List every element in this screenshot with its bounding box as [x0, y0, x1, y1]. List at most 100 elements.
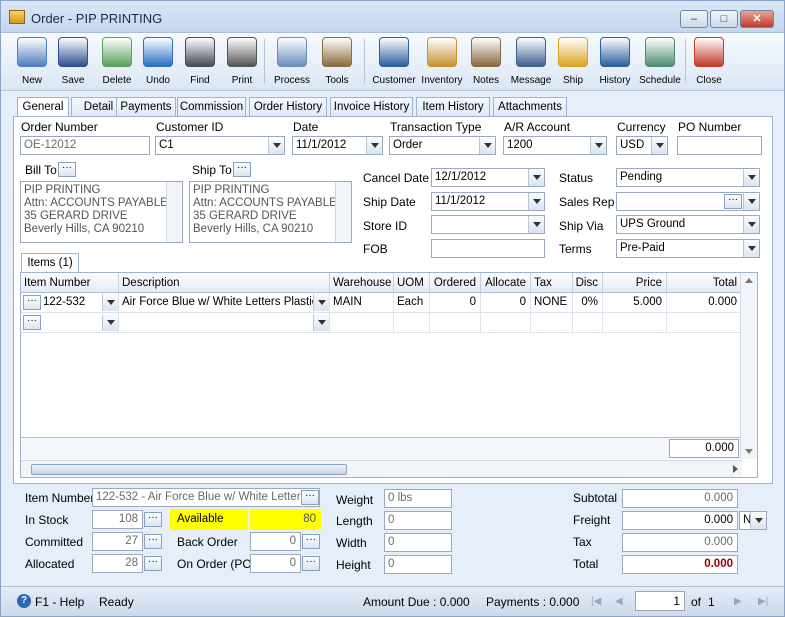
chevron-down-icon[interactable]: [268, 137, 284, 154]
price-cell[interactable]: [603, 313, 667, 333]
ordered-cell[interactable]: 0: [430, 293, 481, 313]
grid-vertical-scrollbar[interactable]: [740, 273, 757, 459]
grid-horizontal-scrollbar[interactable]: [21, 460, 742, 477]
po-number-field[interactable]: [677, 136, 762, 155]
prev-page-icon[interactable]: ◀: [615, 597, 625, 607]
tab-item-history[interactable]: Item History: [416, 97, 490, 117]
in-stock-ellipsis-button[interactable]: ···: [144, 512, 162, 527]
tab-general[interactable]: General: [17, 97, 69, 118]
chevron-down-icon[interactable]: [743, 193, 759, 210]
uom-cell[interactable]: Each: [394, 293, 430, 313]
table-row[interactable]: ··· 122-532: [21, 293, 119, 313]
column-header-description[interactable]: Description: [119, 273, 330, 293]
toolbar-schedule-button[interactable]: Schedule: [637, 35, 683, 89]
tab-items[interactable]: Items (1): [21, 253, 79, 272]
bill-to-ellipsis-button[interactable]: ···: [58, 162, 76, 177]
tab-payments[interactable]: Payments: [116, 97, 176, 117]
chevron-down-icon[interactable]: [743, 240, 759, 257]
toolbar-inventory-button[interactable]: Inventory: [419, 35, 465, 89]
toolbar-undo-button[interactable]: Undo: [140, 35, 176, 89]
ordered-cell[interactable]: [430, 313, 481, 333]
table-row[interactable]: ···: [21, 313, 119, 333]
customer-id-select[interactable]: C1: [155, 136, 285, 155]
toolbar-message-button[interactable]: Message: [508, 35, 554, 89]
total-cell[interactable]: 0.000: [667, 293, 742, 313]
close-window-button[interactable]: ✕: [740, 10, 774, 28]
sales-rep-select[interactable]: ···: [616, 192, 760, 211]
allocate-cell[interactable]: [481, 313, 531, 333]
chevron-down-icon[interactable]: [528, 216, 544, 233]
item-lookup-button[interactable]: ···: [23, 315, 41, 330]
column-header-item-number[interactable]: Item Number: [21, 273, 119, 293]
ship-date-picker[interactable]: 11/1/2012: [431, 192, 545, 211]
maximize-button[interactable]: □: [710, 10, 738, 28]
minimize-button[interactable]: –: [680, 10, 708, 28]
ship-to-ellipsis-button[interactable]: ···: [233, 162, 251, 177]
toolbar-find-button[interactable]: Find: [182, 35, 218, 89]
help-text[interactable]: F1 - Help: [35, 595, 84, 609]
help-icon[interactable]: ?: [17, 594, 31, 608]
column-header-tax[interactable]: Tax: [531, 273, 573, 293]
chevron-down-icon[interactable]: [750, 512, 766, 529]
chevron-down-icon[interactable]: [743, 216, 759, 233]
toolbar-customer-button[interactable]: Customer: [371, 35, 417, 89]
column-header-warehouse[interactable]: Warehouse: [330, 273, 394, 293]
chevron-down-icon[interactable]: [313, 314, 329, 331]
toolbar-ship-button[interactable]: Ship: [558, 35, 588, 89]
tax-cell[interactable]: NONE: [531, 293, 573, 313]
chevron-down-icon[interactable]: [651, 137, 667, 154]
back-order-ellipsis-button[interactable]: ···: [302, 534, 320, 549]
chevron-down-icon[interactable]: [528, 193, 544, 210]
next-page-icon[interactable]: ▶: [734, 597, 744, 607]
ship-to-address[interactable]: PIP PRINTING Attn: ACCOUNTS PAYABLES 35 …: [189, 181, 352, 243]
chevron-down-icon[interactable]: [102, 314, 118, 331]
total-cell[interactable]: [667, 313, 742, 333]
chevron-down-icon[interactable]: [479, 137, 495, 154]
tab-order-history[interactable]: Order History: [249, 97, 327, 117]
uom-cell[interactable]: [394, 313, 430, 333]
last-page-icon[interactable]: ▶|: [758, 597, 772, 607]
tab-invoice-history[interactable]: Invoice History: [330, 97, 413, 117]
column-header-total[interactable]: Total: [667, 273, 742, 293]
page-number-input[interactable]: 1: [635, 591, 685, 611]
warehouse-cell[interactable]: MAIN: [330, 293, 394, 313]
ar-account-select[interactable]: 1200: [503, 136, 607, 155]
chevron-down-icon[interactable]: [102, 294, 118, 311]
toolbar-history-button[interactable]: History: [595, 35, 635, 89]
toolbar-delete-button[interactable]: Delete: [98, 35, 136, 89]
terms-select[interactable]: Pre-Paid: [616, 239, 760, 258]
scroll-right-icon[interactable]: [733, 465, 738, 473]
allocated-ellipsis-button[interactable]: ···: [144, 556, 162, 571]
cancel-date-picker[interactable]: 12/1/2012: [431, 168, 545, 187]
item-lookup-button[interactable]: ···: [23, 295, 41, 310]
date-picker[interactable]: 11/1/2012: [292, 136, 383, 155]
scrollbar-thumb[interactable]: [31, 464, 347, 475]
disc-cell[interactable]: 0%: [573, 293, 603, 313]
order-number-field[interactable]: OE-12012: [20, 136, 150, 155]
on-order-ellipsis-button[interactable]: ···: [302, 556, 320, 571]
bill-to-address[interactable]: PIP PRINTING Attn: ACCOUNTS PAYABLES 35 …: [20, 181, 183, 243]
item-number-info-field[interactable]: 122-532 - Air Force Blue w/ White Letter…: [92, 488, 320, 507]
column-header-price[interactable]: Price: [603, 273, 667, 293]
toolbar-tools-button[interactable]: Tools: [319, 35, 355, 89]
warehouse-cell[interactable]: [330, 313, 394, 333]
description-cell[interactable]: [119, 313, 330, 333]
fob-field[interactable]: [431, 239, 545, 258]
column-header-ordered[interactable]: Ordered: [430, 273, 481, 293]
chevron-down-icon[interactable]: [528, 169, 544, 186]
price-cell[interactable]: 5.000: [603, 293, 667, 313]
chevron-down-icon[interactable]: [590, 137, 606, 154]
freight-code-select[interactable]: N: [739, 511, 767, 530]
scroll-down-icon[interactable]: [745, 449, 753, 454]
item-info-ellipsis-button[interactable]: ···: [301, 490, 319, 505]
disc-cell[interactable]: [573, 313, 603, 333]
store-id-select[interactable]: [431, 215, 545, 234]
tab-commission[interactable]: Commission: [177, 97, 246, 117]
ship-to-scrollbar[interactable]: [335, 182, 351, 242]
sales-rep-ellipsis-button[interactable]: ···: [724, 194, 742, 209]
transaction-type-select[interactable]: Order: [389, 136, 496, 155]
scroll-up-icon[interactable]: [745, 278, 753, 283]
toolbar-new-button[interactable]: New: [15, 35, 49, 89]
toolbar-process-button[interactable]: Process: [271, 35, 313, 89]
first-page-icon[interactable]: |◀: [591, 597, 601, 607]
